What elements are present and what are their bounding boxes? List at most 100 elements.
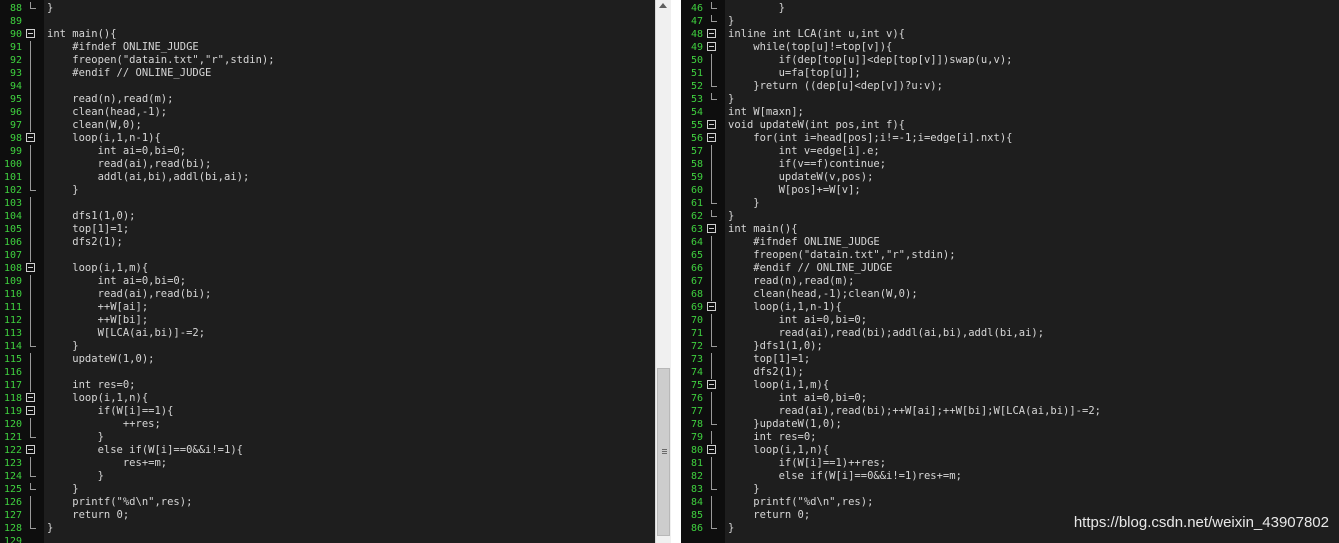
- code-line[interactable]: 68 clean(head,-1);clean(W,0);: [681, 288, 1339, 301]
- fold-collapse-icon[interactable]: [707, 224, 716, 233]
- code-text[interactable]: top[1]=1;: [728, 353, 810, 366]
- fold-collapse-icon[interactable]: [707, 120, 716, 129]
- code-text[interactable]: loop(i,1,n){: [728, 444, 829, 457]
- code-line[interactable]: 124 }: [0, 470, 655, 483]
- code-line[interactable]: 47}: [681, 15, 1339, 28]
- code-line[interactable]: 54 int W[maxn];: [681, 106, 1339, 119]
- code-line[interactable]: 112 ++W[bi];: [0, 314, 655, 327]
- code-line[interactable]: 127 return 0;: [0, 509, 655, 522]
- code-text[interactable]: dfs1(1,0);: [47, 210, 135, 223]
- code-line[interactable]: 51 u=fa[top[u]];: [681, 67, 1339, 80]
- code-line[interactable]: 70 int ai=0,bi=0;: [681, 314, 1339, 327]
- code-line[interactable]: 83 }: [681, 483, 1339, 496]
- code-text[interactable]: #endif // ONLINE_JUDGE: [728, 262, 892, 275]
- code-text[interactable]: inline int LCA(int u,int v){: [728, 28, 905, 41]
- code-text[interactable]: read(n),read(m);: [728, 275, 854, 288]
- code-line[interactable]: 129: [0, 535, 655, 543]
- code-line[interactable]: 71 read(ai),read(bi);addl(ai,bi),addl(bi…: [681, 327, 1339, 340]
- code-text[interactable]: loop(i,1,n-1){: [47, 132, 161, 145]
- code-line[interactable]: 75 loop(i,1,m){: [681, 379, 1339, 392]
- code-text[interactable]: read(ai),read(bi);: [47, 158, 212, 171]
- code-text[interactable]: }return ((dep[u]<dep[v])?u:v);: [728, 80, 943, 93]
- code-line[interactable]: 78 }updateW(1,0);: [681, 418, 1339, 431]
- code-text[interactable]: u=fa[top[u]];: [728, 67, 861, 80]
- code-line[interactable]: 67 read(n),read(m);: [681, 275, 1339, 288]
- code-line[interactable]: 101 addl(ai,bi),addl(bi,ai);: [0, 171, 655, 184]
- code-text[interactable]: read(ai),read(bi);addl(ai,bi),addl(bi,ai…: [728, 327, 1045, 340]
- code-line[interactable]: 98 loop(i,1,n-1){: [0, 132, 655, 145]
- fold-collapse-icon[interactable]: [707, 42, 716, 51]
- code-text[interactable]: printf("%d\n",res);: [728, 496, 873, 509]
- code-line[interactable]: 99 int ai=0,bi=0;: [0, 145, 655, 158]
- code-line[interactable]: 82 else if(W[i]==0&&i!=1)res+=m;: [681, 470, 1339, 483]
- code-line[interactable]: 128}: [0, 522, 655, 535]
- fold-collapse-icon[interactable]: [707, 29, 716, 38]
- code-line[interactable]: 80 loop(i,1,n){: [681, 444, 1339, 457]
- fold-collapse-icon[interactable]: [26, 133, 35, 142]
- code-line[interactable]: 46 }: [681, 2, 1339, 15]
- code-text[interactable]: }: [728, 15, 734, 28]
- scrollbar-thumb[interactable]: [657, 368, 670, 536]
- code-line[interactable]: 96 clean(head,-1);: [0, 106, 655, 119]
- code-line[interactable]: 117 int res=0;: [0, 379, 655, 392]
- code-line[interactable]: 62}: [681, 210, 1339, 223]
- code-text[interactable]: int main(){: [728, 223, 798, 236]
- code-text[interactable]: }: [47, 470, 104, 483]
- code-text[interactable]: }: [728, 483, 759, 496]
- code-line[interactable]: 56 for(int i=head[pos];i!=-1;i=edge[i].n…: [681, 132, 1339, 145]
- code-text[interactable]: }: [728, 2, 785, 15]
- code-line[interactable]: 94: [0, 80, 655, 93]
- code-text[interactable]: return 0;: [728, 509, 810, 522]
- code-text[interactable]: W[pos]+=W[v];: [728, 184, 861, 197]
- code-text[interactable]: else if(W[i]==0&&i!=1){: [47, 444, 243, 457]
- code-line[interactable]: 104 dfs1(1,0);: [0, 210, 655, 223]
- code-line[interactable]: 125 }: [0, 483, 655, 496]
- code-text[interactable]: dfs2(1);: [728, 366, 804, 379]
- code-line[interactable]: 79 int res=0;: [681, 431, 1339, 444]
- code-text[interactable]: for(int i=head[pos];i!=-1;i=edge[i].nxt)…: [728, 132, 1012, 145]
- code-line[interactable]: 77 read(ai),read(bi);++W[ai];++W[bi];W[L…: [681, 405, 1339, 418]
- code-text[interactable]: ++W[ai];: [47, 301, 149, 314]
- code-text[interactable]: }: [728, 197, 759, 210]
- code-line[interactable]: 93 #endif // ONLINE_JUDGE: [0, 67, 655, 80]
- code-line[interactable]: 115 updateW(1,0);: [0, 353, 655, 366]
- code-text[interactable]: if(W[i]==1)++res;: [728, 457, 886, 470]
- code-text[interactable]: loop(i,1,n){: [47, 392, 148, 405]
- code-text[interactable]: int v=edge[i].e;: [728, 145, 880, 158]
- fold-collapse-icon[interactable]: [707, 302, 716, 311]
- code-text[interactable]: }: [728, 522, 734, 535]
- code-line[interactable]: 97 clean(W,0);: [0, 119, 655, 132]
- code-text[interactable]: read(n),read(m);: [47, 93, 173, 106]
- code-line[interactable]: 49 while(top[u]!=top[v]){: [681, 41, 1339, 54]
- code-line[interactable]: 73 top[1]=1;: [681, 353, 1339, 366]
- code-text[interactable]: freopen("datain.txt","r",stdin);: [728, 249, 955, 262]
- code-text[interactable]: clean(W,0);: [47, 119, 142, 132]
- code-line[interactable]: 90 int main(){: [0, 28, 655, 41]
- code-text[interactable]: ++res;: [47, 418, 161, 431]
- code-text[interactable]: else if(W[i]==0&&i!=1)res+=m;: [728, 470, 962, 483]
- code-text[interactable]: int W[maxn];: [728, 106, 804, 119]
- code-line[interactable]: 61 }: [681, 197, 1339, 210]
- code-text[interactable]: #ifndef ONLINE_JUDGE: [728, 236, 879, 249]
- code-text[interactable]: }updateW(1,0);: [728, 418, 842, 431]
- code-line[interactable]: 92 freopen("datain.txt","r",stdin);: [0, 54, 655, 67]
- code-line[interactable]: 100 read(ai),read(bi);: [0, 158, 655, 171]
- code-line[interactable]: 116: [0, 366, 655, 379]
- code-text[interactable]: loop(i,1,m){: [728, 379, 829, 392]
- code-text[interactable]: clean(head,-1);clean(W,0);: [728, 288, 917, 301]
- code-text[interactable]: loop(i,1,n-1){: [728, 301, 842, 314]
- code-text[interactable]: }: [47, 431, 104, 444]
- vertical-scrollbar[interactable]: [655, 0, 671, 543]
- code-text[interactable]: if(dep[top[u]]<dep[top[v]])swap(u,v);: [728, 54, 1013, 67]
- code-line[interactable]: 57 int v=edge[i].e;: [681, 145, 1339, 158]
- code-line[interactable]: 66 #endif // ONLINE_JUDGE: [681, 262, 1339, 275]
- left-editor-pane[interactable]: 88} 89 90 int main(){91 #ifndef ONLINE_JUDG…: [0, 0, 655, 543]
- code-text[interactable]: int res=0;: [47, 379, 135, 392]
- code-text[interactable]: if(v==f)continue;: [728, 158, 886, 171]
- fold-collapse-icon[interactable]: [26, 445, 35, 454]
- code-line[interactable]: 84 printf("%d\n",res);: [681, 496, 1339, 509]
- code-text[interactable]: }dfs1(1,0);: [728, 340, 823, 353]
- code-text[interactable]: int ai=0,bi=0;: [47, 145, 187, 158]
- code-line[interactable]: 111 ++W[ai];: [0, 301, 655, 314]
- code-text[interactable]: }: [47, 522, 53, 535]
